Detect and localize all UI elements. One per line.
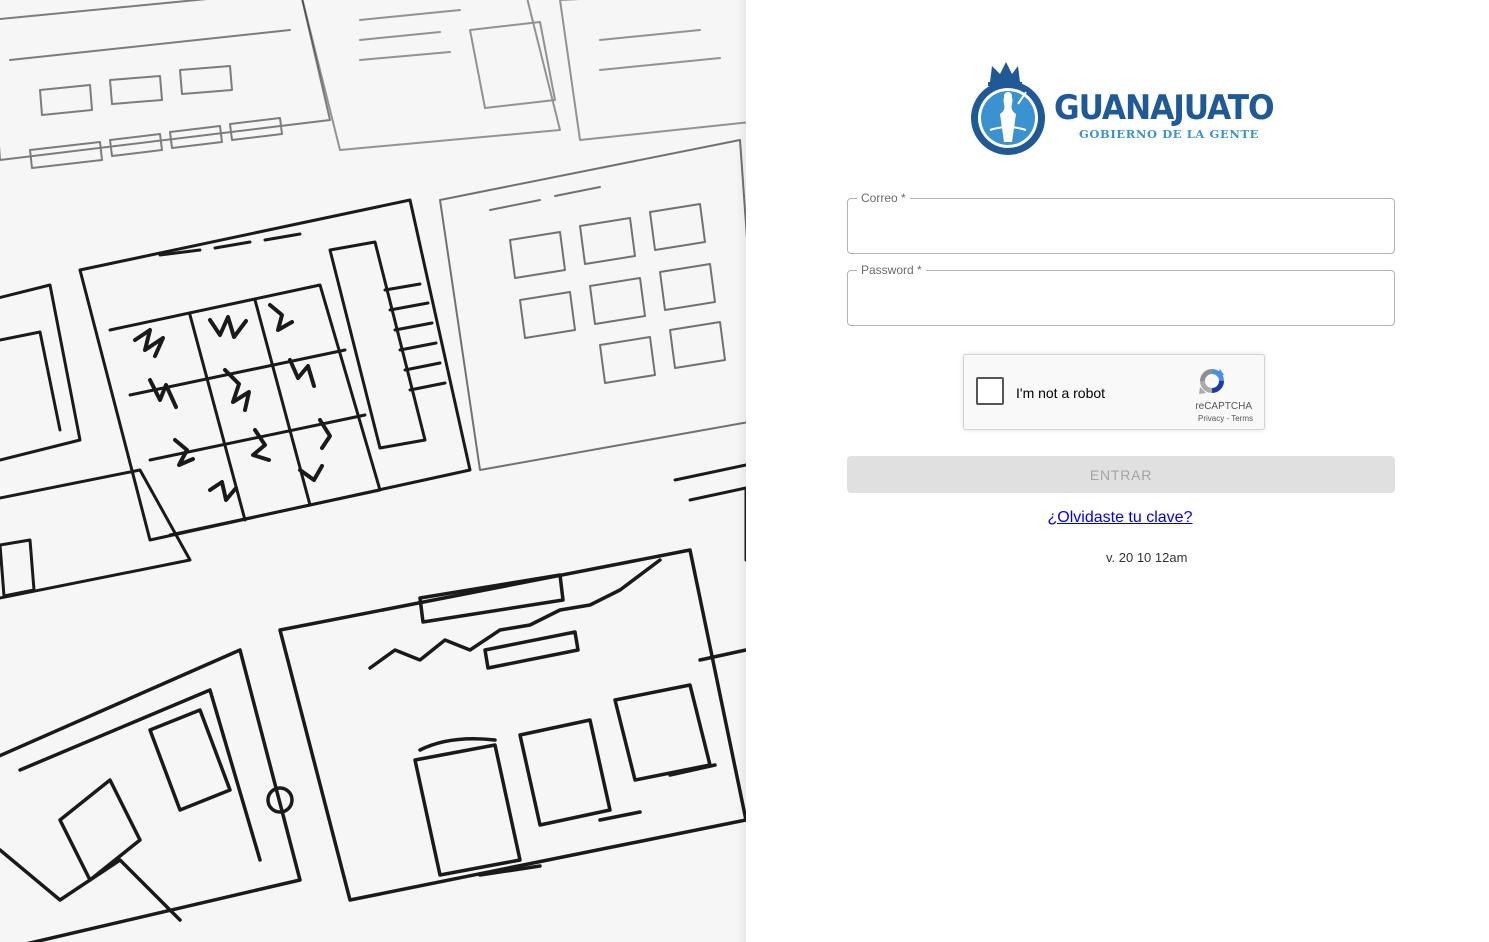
enter-button[interactable]: ENTRAR bbox=[847, 456, 1395, 493]
recaptcha-links: Privacy - Terms bbox=[1198, 414, 1253, 423]
version-label: v. 20 10 12am bbox=[1106, 550, 1188, 565]
email-field[interactable]: Correo * bbox=[847, 191, 1395, 254]
recaptcha-icon bbox=[1199, 369, 1224, 394]
recaptcha-brand: reCAPTCHA bbox=[1195, 401, 1252, 412]
login-panel: GUANAJUATO GOBIERNO DE LA GENTE Correo *… bbox=[746, 0, 1489, 942]
password-input[interactable] bbox=[862, 285, 1380, 315]
recaptcha-privacy-link[interactable]: Privacy bbox=[1198, 414, 1224, 423]
hero-illustration bbox=[0, 0, 746, 942]
recaptcha-label: I'm not a robot bbox=[1016, 385, 1106, 401]
recaptcha-widget: I'm not a robot reCAPTCHA Privacy - Term… bbox=[963, 354, 1265, 430]
hero-divider-shadow bbox=[736, 0, 746, 942]
email-label: Correo * bbox=[857, 191, 910, 205]
password-label: Password * bbox=[857, 263, 926, 277]
email-input[interactable] bbox=[862, 213, 1380, 243]
password-field[interactable]: Password * bbox=[847, 263, 1395, 326]
recaptcha-checkbox[interactable] bbox=[976, 377, 1004, 405]
wireframe-sketch-illustration bbox=[0, 0, 746, 942]
forgot-password-container: ¿Olvidaste tu clave? bbox=[746, 509, 1489, 527]
recaptcha-terms-link[interactable]: Terms bbox=[1231, 414, 1253, 423]
brand-subtitle: GOBIERNO DE LA GENTE bbox=[1079, 127, 1259, 141]
forgot-password-link[interactable]: ¿Olvidaste tu clave? bbox=[1048, 509, 1193, 526]
state-seal-icon bbox=[971, 62, 1045, 155]
brand-title: GUANAJUATO bbox=[1054, 88, 1275, 128]
guanajuato-logo: GUANAJUATO GOBIERNO DE LA GENTE bbox=[970, 60, 1275, 160]
